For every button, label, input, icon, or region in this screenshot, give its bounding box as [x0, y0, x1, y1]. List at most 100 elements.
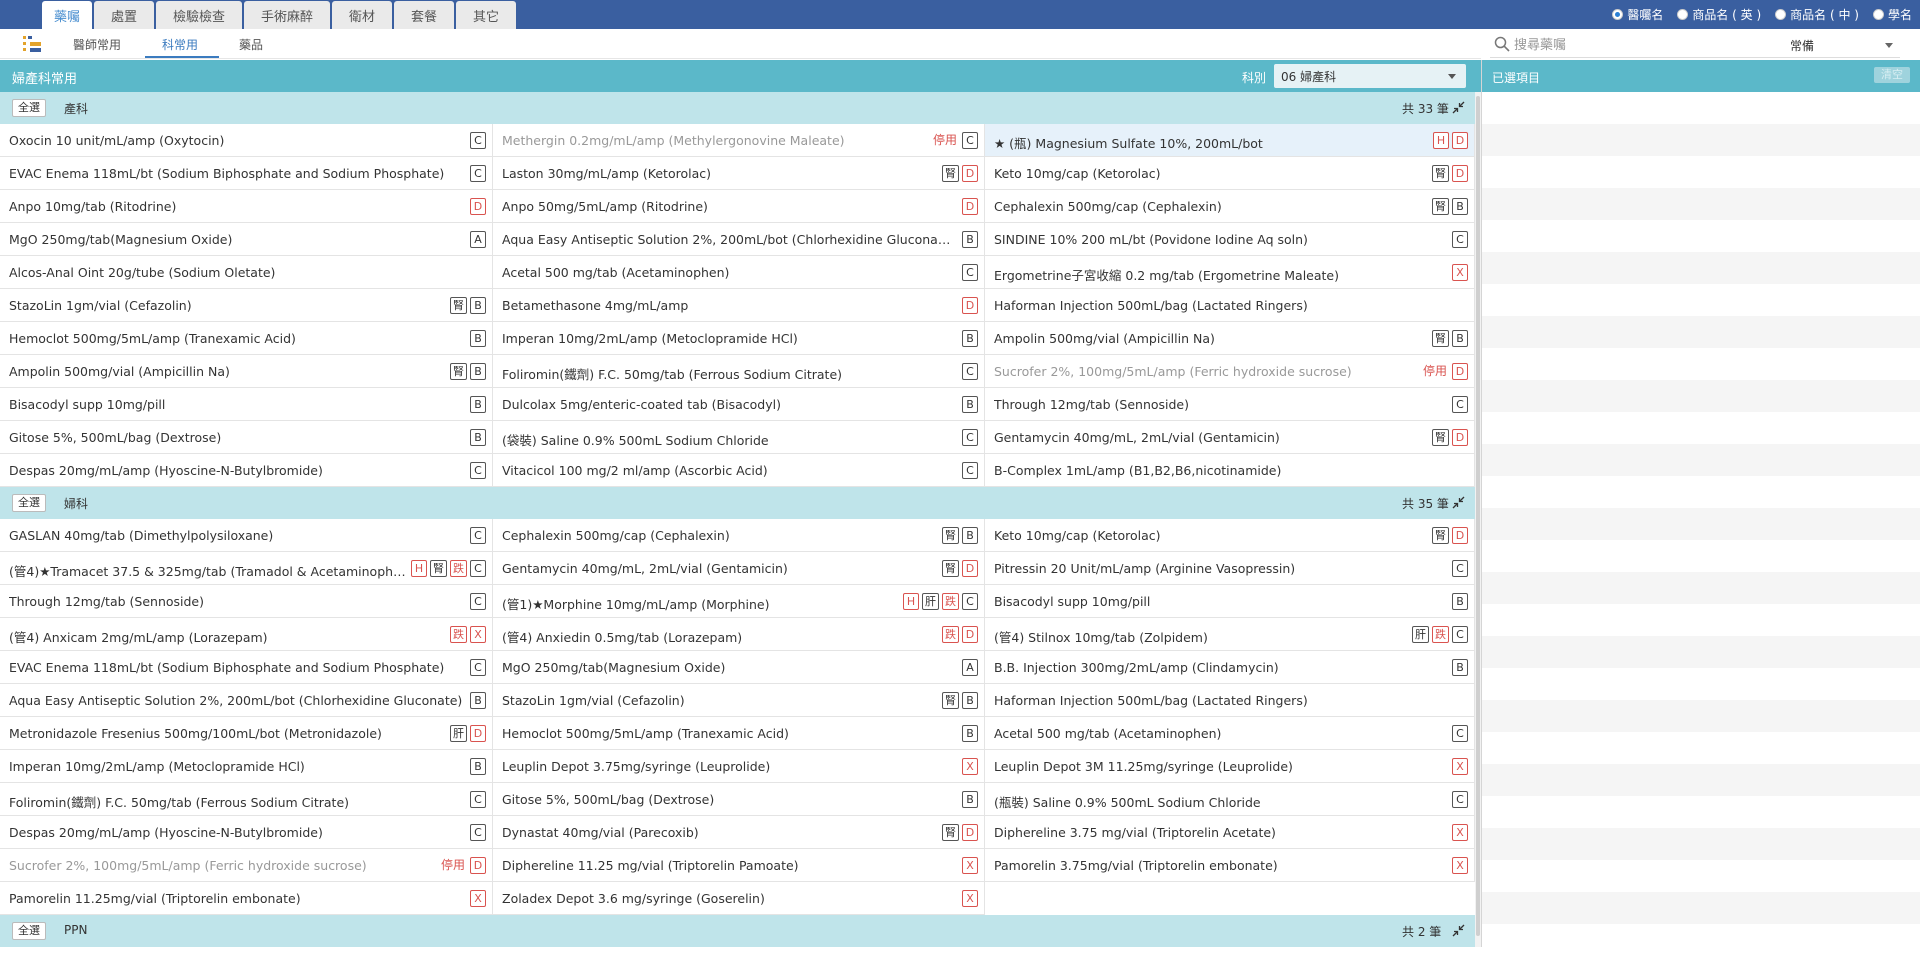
order-item[interactable]: Ergometrine子宮收縮 0.2 mg/tab (Ergometrine …: [985, 256, 1475, 289]
order-item[interactable]: Vitacicol 100 mg/2 ml/amp (Ascorbic Acid…: [493, 454, 985, 487]
order-item[interactable]: MgO 250mg/tab(Magnesium Oxide) A: [493, 651, 985, 684]
order-item[interactable]: Bisacodyl supp 10mg/pill B: [0, 388, 493, 421]
order-item[interactable]: (管4)★Tramacet 37.5 & 325mg/tab (Tramadol…: [0, 552, 493, 585]
order-item[interactable]: Imperan 10mg/2mL/amp (Metoclopramide HCl…: [493, 322, 985, 355]
collapse-icon[interactable]: [1452, 924, 1465, 937]
order-item[interactable]: (管4) Anxicam 2mg/mL/amp (Lorazepam) 跌 X: [0, 618, 493, 651]
order-item[interactable]: B-Complex 1mL/amp (B1,B2,B6,nicotinamide…: [985, 454, 1475, 487]
order-item[interactable]: Through 12mg/tab (Sennoside) C: [985, 388, 1475, 421]
order-item[interactable]: (管4) Anxiedin 0.5mg/tab (Lorazepam) 跌 D: [493, 618, 985, 651]
order-item[interactable]: Through 12mg/tab (Sennoside) C: [0, 585, 493, 618]
order-item[interactable]: Ampolin 500mg/vial (Ampicillin Na) 腎 B: [985, 322, 1475, 355]
order-item[interactable]: Pitressin 20 Unit/mL/amp (Arginine Vasop…: [985, 552, 1475, 585]
order-item[interactable]: (管4) Stilnox 10mg/tab (Zolpidem) 肝跌 C: [985, 618, 1475, 651]
order-item[interactable]: EVAC Enema 118mL/bt (Sodium Biphosphate …: [0, 157, 493, 190]
order-item[interactable]: Anpo 50mg/5mL/amp (Ritodrine) D: [493, 190, 985, 223]
dept-select[interactable]: 06 婦產科: [1274, 64, 1466, 88]
order-item[interactable]: Hemoclot 500mg/5mL/amp (Tranexamic Acid)…: [493, 717, 985, 750]
order-item[interactable]: Alcos-Anal Oint 20g/tube (Sodium Oletate…: [0, 256, 493, 289]
order-item[interactable]: GASLAN 40mg/tab (Dimethylpolysiloxane) C: [0, 519, 493, 552]
order-item[interactable]: Despas 20mg/mL/amp (Hyoscine-N-Butylbrom…: [0, 454, 493, 487]
order-item[interactable]: Leuplin Depot 3.75mg/syringe (Leuprolide…: [493, 750, 985, 783]
order-item[interactable]: EVAC Enema 118mL/bt (Sodium Biphosphate …: [0, 651, 493, 684]
order-item[interactable]: Sucrofer 2%, 100mg/5mL/amp (Ferric hydro…: [985, 355, 1475, 388]
order-item[interactable]: Gitose 5%, 500mL/bag (Dextrose) B: [0, 421, 493, 454]
order-item[interactable]: Leuplin Depot 3M 11.25mg/syringe (Leupro…: [985, 750, 1475, 783]
tab-3[interactable]: 手術麻醉: [244, 1, 330, 29]
name-mode-option-2[interactable]: 商品名 ( 中 ): [1775, 6, 1859, 23]
search-input[interactable]: [1514, 34, 1774, 56]
tab-6[interactable]: 其它: [456, 1, 516, 29]
order-item[interactable]: Haforman Injection 500mL/bag (Lactated R…: [985, 684, 1475, 717]
order-item[interactable]: Hemoclot 500mg/5mL/amp (Tranexamic Acid)…: [0, 322, 493, 355]
order-item[interactable]: Aqua Easy Antiseptic Solution 2%, 200mL/…: [0, 684, 493, 717]
order-item[interactable]: Dynastat 40mg/vial (Parecoxib) 腎 D: [493, 816, 985, 849]
active-subtab-underline: [145, 56, 219, 58]
order-item[interactable]: Acetal 500 mg/tab (Acetaminophen) C: [493, 256, 985, 289]
tab-4[interactable]: 衛材: [332, 1, 392, 29]
order-item[interactable]: Imperan 10mg/2mL/amp (Metoclopramide HCl…: [0, 750, 493, 783]
radio-icon[interactable]: [1612, 9, 1624, 20]
order-item[interactable]: Pamorelin 11.25mg/vial (Triptorelin embo…: [0, 882, 493, 915]
order-item[interactable]: Gentamycin 40mg/mL, 2mL/vial (Gentamicin…: [493, 552, 985, 585]
order-item[interactable]: B.B. Injection 300mg/2mL/amp (Clindamyci…: [985, 651, 1475, 684]
order-item[interactable]: Betamethasone 4mg/mL/amp D: [493, 289, 985, 322]
tab-0[interactable]: 藥囑: [42, 1, 92, 29]
order-item[interactable]: (管1)★Morphine 10mg/mL/amp (Morphine) H 肝跌 C: [493, 585, 985, 618]
name-mode-option-0[interactable]: 醫囑名: [1612, 6, 1663, 23]
name-mode-option-1[interactable]: 商品名 ( 英 ): [1677, 6, 1761, 23]
select-all-button[interactable]: 全選: [12, 922, 46, 940]
subtab-doctor-common[interactable]: 醫師常用: [73, 36, 121, 53]
list-toggle-icon[interactable]: [22, 35, 42, 53]
order-item[interactable]: Keto 10mg/cap (Ketorolac) 腎 D: [985, 519, 1475, 552]
radio-icon[interactable]: [1775, 9, 1787, 20]
tab-2[interactable]: 檢驗檢查: [156, 1, 242, 29]
order-item[interactable]: Ampolin 500mg/vial (Ampicillin Na) 腎 B: [0, 355, 493, 388]
subtab-dept-common[interactable]: 科常用: [162, 36, 198, 53]
order-item[interactable]: StazoLin 1gm/vial (Cefazolin) 腎 B: [0, 289, 493, 322]
order-item[interactable]: Dulcolax 5mg/enteric-coated tab (Bisacod…: [493, 388, 985, 421]
order-item[interactable]: Acetal 500 mg/tab (Acetaminophen) C: [985, 717, 1475, 750]
order-item[interactable]: Sucrofer 2%, 100mg/5mL/amp (Ferric hydro…: [0, 849, 493, 882]
order-item[interactable]: Zoladex Depot 3.6 mg/syringe (Goserelin)…: [493, 882, 985, 915]
order-item[interactable]: Aqua Easy Antiseptic Solution 2%, 200mL/…: [493, 223, 985, 256]
order-item[interactable]: Gentamycin 40mg/mL, 2mL/vial (Gentamicin…: [985, 421, 1475, 454]
select-all-button[interactable]: 全選: [12, 99, 46, 117]
order-item[interactable]: Keto 10mg/cap (Ketorolac) 腎 D: [985, 157, 1475, 190]
order-item[interactable]: Despas 20mg/mL/amp (Hyoscine-N-Butylbrom…: [0, 816, 493, 849]
order-item[interactable]: Bisacodyl supp 10mg/pill B: [985, 585, 1475, 618]
scrollbar-thumb[interactable]: [1476, 96, 1480, 936]
name-mode-option-3[interactable]: 學名: [1872, 6, 1912, 23]
radio-icon[interactable]: [1677, 9, 1689, 20]
order-item[interactable]: Pamorelin 3.75mg/vial (Triptorelin embon…: [985, 849, 1475, 882]
order-item[interactable]: Anpo 10mg/tab (Ritodrine) D: [0, 190, 493, 223]
order-item[interactable]: Gitose 5%, 500mL/bag (Dextrose) B: [493, 783, 985, 816]
order-item[interactable]: (袋裝) Saline 0.9% 500mL Sodium Chloride C: [493, 421, 985, 454]
order-item[interactable]: Foliromin(鐵劑) F.C. 50mg/tab (Ferrous Sod…: [0, 783, 493, 816]
order-item[interactable]: Cephalexin 500mg/cap (Cephalexin) 腎 B: [985, 190, 1475, 223]
order-item[interactable]: SINDINE 10% 200 mL/bt (Povidone Iodine A…: [985, 223, 1475, 256]
radio-icon[interactable]: [1872, 9, 1884, 20]
order-item[interactable]: Laston 30mg/mL/amp (Ketorolac) 腎 D: [493, 157, 985, 190]
order-item[interactable]: Diphereline 11.25 mg/vial (Triptorelin P…: [493, 849, 985, 882]
order-item[interactable]: Methergin 0.2mg/mL/amp (Methylergonovine…: [493, 124, 985, 157]
order-item[interactable]: MgO 250mg/tab(Magnesium Oxide) A: [0, 223, 493, 256]
chevron-down-icon[interactable]: [1885, 43, 1893, 48]
order-item[interactable]: ★ (瓶) Magnesium Sulfate 10%, 200mL/bot H D: [985, 124, 1475, 157]
order-item[interactable]: Diphereline 3.75 mg/vial (Triptorelin Ac…: [985, 816, 1475, 849]
order-item[interactable]: Cephalexin 500mg/cap (Cephalexin) 腎 B: [493, 519, 985, 552]
order-item[interactable]: Oxocin 10 unit/mL/amp (Oxytocin) C: [0, 124, 493, 157]
tab-5[interactable]: 套餐: [394, 1, 454, 29]
select-all-button[interactable]: 全選: [12, 494, 46, 512]
order-item[interactable]: StazoLin 1gm/vial (Cefazolin) 腎 B: [493, 684, 985, 717]
order-item[interactable]: (瓶裝) Saline 0.9% 500mL Sodium Chloride C: [985, 783, 1475, 816]
order-item[interactable]: Metronidazole Fresenius 500mg/100mL/bot …: [0, 717, 493, 750]
tab-1[interactable]: 處置: [94, 1, 154, 29]
collapse-icon[interactable]: [1452, 496, 1465, 509]
subtab-drugs[interactable]: 藥品: [239, 36, 263, 53]
order-item[interactable]: Foliromin(鐵劑) F.C. 50mg/tab (Ferrous Sod…: [493, 355, 985, 388]
collapse-icon[interactable]: [1452, 101, 1465, 114]
order-item[interactable]: Haforman Injection 500mL/bag (Lactated R…: [985, 289, 1475, 322]
clear-button[interactable]: 清空: [1874, 67, 1910, 83]
search-category-select[interactable]: 常備: [1790, 37, 1814, 54]
